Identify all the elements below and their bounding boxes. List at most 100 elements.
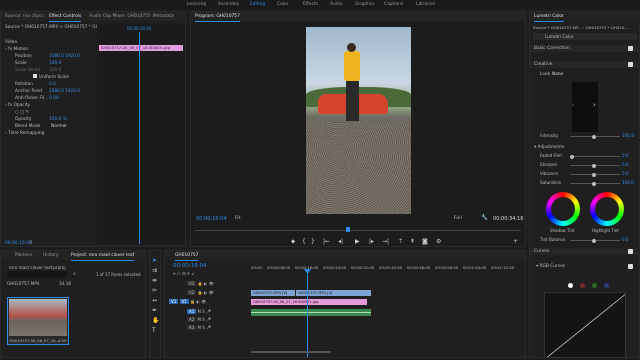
workspace-editing[interactable]: Editing (250, 2, 265, 7)
scale-width-row[interactable]: Scale Width 100.0 (15, 67, 61, 74)
highlight-tint-wheel[interactable] (590, 192, 624, 226)
go-to-out-icon[interactable]: →| (382, 238, 389, 245)
tab-metadata[interactable]: Metadata (153, 12, 174, 21)
tab-audio-clip-mixer[interactable]: Audio Clip Mixer: GH010757 (89, 12, 151, 21)
tab-program[interactable]: Program: GH010757 (195, 12, 240, 22)
anchor-y[interactable]: 1920.0 (65, 88, 80, 95)
settings-icon[interactable]: ⚙ (436, 238, 441, 245)
lift-icon[interactable]: ⇡ (398, 238, 403, 245)
scale-width-value[interactable]: 100.0 (49, 67, 61, 74)
program-timecode[interactable]: 00:00:16:04 (196, 216, 227, 222)
timeline-scrollbar[interactable] (251, 351, 331, 353)
track-a1[interactable]: A1 M S 🎤 (187, 309, 247, 315)
search-icon[interactable]: ⌕ (73, 271, 76, 277)
workspace-graphics[interactable]: Graphics (355, 2, 374, 7)
tint-balance-row[interactable]: Tint Balance (540, 237, 565, 242)
extract-icon[interactable]: ⇞ (410, 238, 415, 245)
faded-film-value[interactable]: 0.0 (622, 153, 629, 158)
ripple-edit-icon[interactable]: ⇹ (152, 277, 157, 284)
wrench-icon[interactable]: 🔧 (481, 215, 488, 221)
lumetri-preset[interactable]: Lumetri Color (533, 33, 637, 40)
resolution-dropdown[interactable]: Full (454, 216, 462, 221)
tab-lumetri[interactable]: Lumetri Color (534, 12, 564, 22)
tint-balance-value[interactable]: 0.0 (622, 237, 629, 242)
curve-channel-blue[interactable] (604, 283, 609, 288)
step-forward-icon[interactable]: |▸ (369, 238, 374, 245)
look-row[interactable]: Look None (540, 72, 563, 77)
blend-dropdown[interactable]: Normal (51, 123, 67, 130)
blend-row[interactable]: Blend Mode Normal (15, 123, 67, 130)
mark-out-icon[interactable]: } (311, 238, 315, 245)
creative-header[interactable]: Creative (530, 61, 640, 68)
program-playhead[interactable] (346, 227, 350, 232)
workspace-effects[interactable]: Effects (303, 2, 318, 7)
ec-filter-icon[interactable]: ⊽ (29, 240, 33, 246)
lumetri-source[interactable]: Source * GH010757.MP... › GH010757 * GH0… (533, 25, 628, 30)
vibrance-slider[interactable] (570, 172, 620, 177)
sharpen-row[interactable]: Sharpen (540, 162, 557, 167)
track-select-icon[interactable]: ⇉ (152, 267, 157, 274)
checkbox-icon[interactable] (33, 74, 37, 78)
saturation-value[interactable]: 100.0 (622, 180, 634, 185)
tab-sequence[interactable]: GH010757 (175, 251, 199, 261)
track-v1[interactable]: V1 V1 🔒 ◐ 👁 (169, 299, 247, 305)
workspace-captions[interactable]: Captions (384, 2, 403, 7)
intensity-value[interactable]: 100.0 (622, 133, 634, 138)
look-dropdown[interactable]: None (552, 72, 632, 77)
workspace-learning[interactable]: Learning (187, 2, 206, 7)
tab-markers[interactable]: Markers (15, 251, 32, 260)
selection-tool-icon[interactable]: ➤ (152, 257, 157, 264)
scale-row[interactable]: Scale 100.0 (15, 60, 61, 67)
uniform-scale-row[interactable]: Uniform Scale (33, 74, 69, 81)
pen-icon[interactable]: ✒ (152, 307, 157, 314)
camera-icon[interactable]: ◙ (422, 238, 428, 245)
track-v3[interactable]: V3 🔒 ◐ 👁 (187, 281, 247, 287)
curve-channel-red[interactable] (580, 283, 585, 288)
look-prev-icon[interactable]: ‹ (572, 101, 575, 109)
clip-v1[interactable]: GH010757.00_06_07_18.Still001.jpg (251, 299, 367, 305)
time-remap-row[interactable]: › Time Remapping (5, 130, 44, 137)
anchor-x[interactable]: 1080.0 (49, 88, 64, 95)
sharpen-slider[interactable] (570, 163, 620, 168)
sharpen-value[interactable]: 0.0 (622, 162, 629, 167)
look-next-icon[interactable]: › (593, 101, 596, 109)
tab-project[interactable]: Project: mrx maid clover leaf (71, 251, 135, 261)
workspace-libraries[interactable]: Libraries (416, 2, 435, 7)
timeline-playhead[interactable] (307, 269, 308, 357)
intensity-slider[interactable] (570, 134, 620, 139)
saturation-slider[interactable] (570, 181, 620, 186)
tab-history[interactable]: History (43, 251, 59, 260)
fit-dropdown[interactable]: Fit (235, 216, 240, 221)
workspace-assembly[interactable]: Assembly (218, 2, 239, 7)
antiflicker-row[interactable]: Anti-flicker Fil... 0.00 (15, 95, 59, 102)
project-item-2[interactable]: GH010757.00_06_07_18... 4:29 (7, 297, 69, 345)
basic-correction-checkbox[interactable] (628, 46, 633, 51)
type-icon[interactable]: T (152, 327, 156, 334)
program-scrubber[interactable] (195, 230, 521, 231)
vibrance-value[interactable]: 0.0 (622, 171, 629, 176)
rgb-curves-checkbox[interactable] (628, 264, 633, 269)
position-row[interactable]: Position 1080.0 1920.0 (15, 53, 80, 60)
track-a3[interactable]: A3 M S 🎤 (187, 325, 247, 331)
hand-icon[interactable]: ✋ (152, 317, 159, 324)
scale-value[interactable]: 100.0 (49, 60, 61, 67)
track-v2[interactable]: V2 🔒 ◐ 👁 (187, 290, 247, 296)
ec-playhead[interactable] (139, 32, 140, 244)
project-search[interactable] (7, 271, 67, 277)
go-to-in-icon[interactable]: |← (323, 238, 330, 245)
workspace-color[interactable]: Color (277, 2, 288, 7)
opacity-value[interactable]: 100.0 % (49, 116, 67, 123)
play-icon[interactable]: ▶ (355, 238, 360, 245)
timeline-tool-icons[interactable]: ⌖ ∩ ⊞ ▾ ↲ (173, 271, 195, 277)
clip-a1[interactable] (251, 309, 371, 316)
track-a2[interactable]: A2 M S 🎤 (187, 317, 247, 323)
position-y[interactable]: 1920.0 (65, 53, 80, 60)
step-back-icon[interactable]: ◂| (338, 238, 343, 245)
curves-checkbox[interactable] (628, 249, 633, 254)
mark-in-icon[interactable]: { (302, 238, 306, 245)
timeline-ruler[interactable]: 00:00 00:00:08:00 00:00:16:00 00:00:24:0… (251, 263, 523, 273)
curve-channel-white[interactable] (568, 283, 573, 288)
faded-film-slider[interactable] (570, 154, 620, 159)
opacity-row[interactable]: Opacity 100.0 % (15, 116, 67, 123)
slip-icon[interactable]: ↔ (152, 297, 157, 304)
